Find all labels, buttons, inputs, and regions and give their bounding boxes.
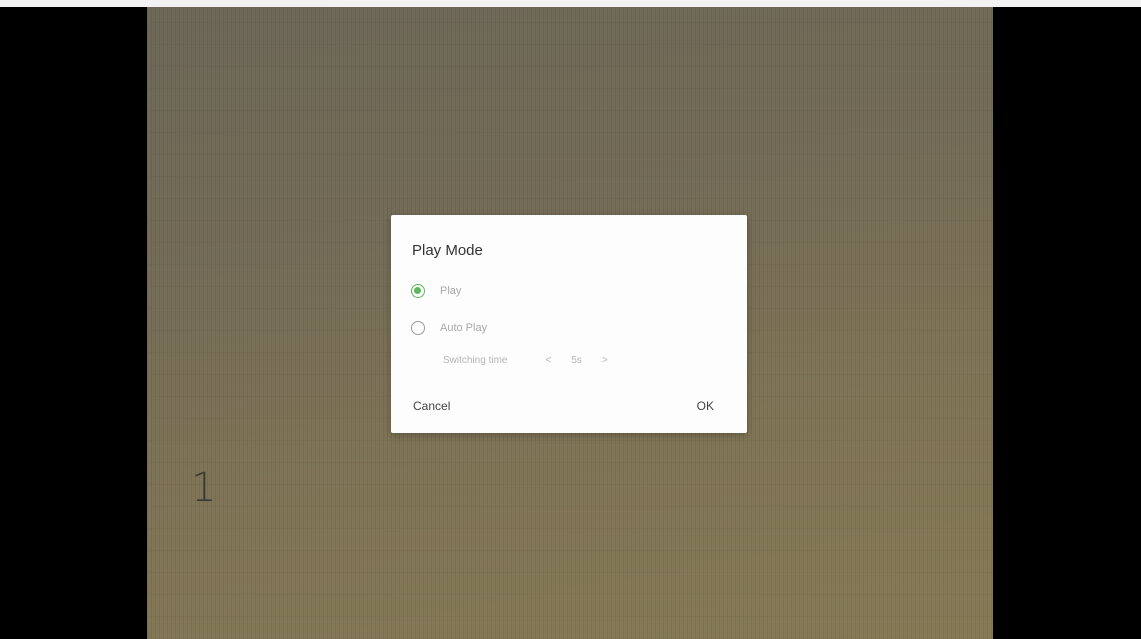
switching-time-row: Switching time < 5s >: [443, 355, 618, 366]
switching-time-increment-button[interactable]: >: [602, 355, 608, 366]
auto-play-option[interactable]: Auto Play: [411, 321, 487, 335]
play-option[interactable]: Play: [411, 284, 461, 298]
switching-time-value: 5s: [571, 355, 582, 366]
page-number: 1: [191, 465, 217, 511]
play-mode-dialog: Play Mode Play Auto Play Switching time …: [391, 215, 747, 433]
auto-play-radio-button[interactable]: [411, 321, 425, 335]
switching-time-label: Switching time: [443, 355, 508, 366]
dialog-title: Play Mode: [412, 242, 483, 259]
screen: 1 Play Mode Play Auto Play Switching tim…: [0, 0, 1141, 639]
play-option-label: Play: [440, 285, 462, 297]
viewer-stage: 1 Play Mode Play Auto Play Switching tim…: [147, 7, 993, 639]
switching-time-decrement-button[interactable]: <: [545, 355, 551, 366]
play-radio-button[interactable]: [411, 284, 425, 298]
top-strip: [0, 0, 1141, 7]
cancel-button[interactable]: Cancel: [413, 399, 450, 413]
ok-button[interactable]: OK: [697, 399, 714, 413]
auto-play-option-label: Auto Play: [440, 322, 488, 334]
